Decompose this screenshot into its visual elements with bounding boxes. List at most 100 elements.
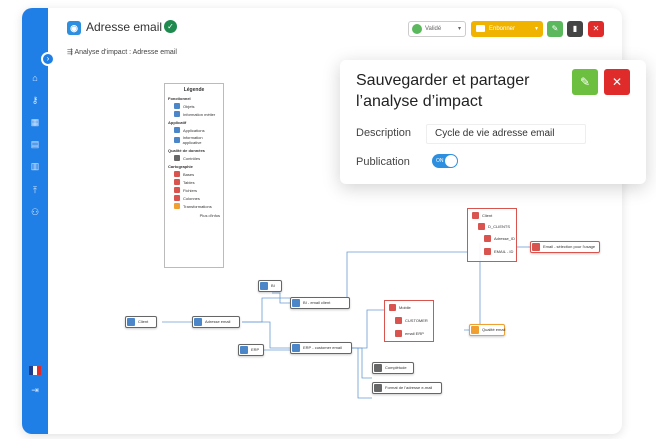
chevron-down-icon: ▾ [457, 26, 461, 32]
column-icon [484, 248, 491, 255]
node-client[interactable]: Client [125, 316, 157, 328]
column-icon [174, 195, 180, 201]
database-icon [472, 212, 479, 219]
node-label: Format de l'adresse e-mail [385, 385, 433, 390]
legend-item-label: Fichiers [183, 187, 198, 193]
legend-item-label: Information métier [183, 111, 216, 117]
legend-item: Information métier [174, 111, 220, 117]
legend-more-link[interactable]: Plus d'infos [168, 213, 220, 218]
table-icon [478, 223, 485, 230]
embed-button[interactable]: Enbonner ▾ [471, 21, 543, 37]
legend-item: Colonnes [174, 195, 220, 201]
edit-button[interactable]: ✎ [547, 21, 563, 37]
trash-icon: ▮ [572, 24, 578, 33]
node-erp[interactable]: ERP [238, 344, 264, 356]
group-crm-tables[interactable]: Client D_CLIENTS Adresse_ID EMAIL - ID [467, 208, 517, 262]
node-crm-email[interactable]: Email - sélection pour l'usage [530, 241, 600, 253]
status-select[interactable]: Validé ▾ [408, 21, 466, 37]
dialog-title: Sauvegarder et partager l’analyse d’impa… [356, 72, 530, 110]
legend-item: Fichiers [174, 187, 220, 193]
legend-item-label: Tables [183, 179, 195, 185]
close-button[interactable]: ✕ [588, 21, 604, 37]
key-icon[interactable]: ⚷ [29, 94, 41, 106]
node-bi[interactable]: BI [258, 280, 282, 292]
save-share-dialog: Sauvegarder et partager l’analyse d’impa… [340, 60, 646, 184]
envelope-icon [476, 25, 485, 32]
app-info-icon [292, 299, 300, 307]
control-icon [374, 364, 382, 372]
node-completude[interactable]: Complétude [372, 362, 414, 374]
application-icon [240, 346, 248, 354]
node-erp-email[interactable]: ERP - customer email [290, 342, 352, 354]
legend-item-label: Colonnes [183, 195, 200, 201]
group-row-label: CUSTOMER [405, 318, 428, 323]
node-qualite-email[interactable]: Qualité email [469, 324, 505, 336]
toggle-knob [445, 155, 457, 167]
database-icon [389, 304, 396, 311]
shield-check-icon: ✓ [164, 20, 177, 33]
legend-item-label: Contrôles [183, 155, 201, 161]
home-icon[interactable]: ⌂ [29, 72, 41, 84]
group-row: CUSTOMER [395, 316, 428, 325]
upload-icon[interactable]: ⤒ [29, 184, 41, 196]
node-label: Complétude [385, 365, 407, 370]
logout-icon[interactable]: ⇥ [29, 384, 41, 396]
column-icon [532, 243, 540, 251]
node-label: BI [271, 283, 275, 288]
legend-item-label: Information applicative [182, 135, 203, 145]
object-icon [127, 318, 135, 326]
file-icon [174, 187, 180, 193]
node-label: ERP [251, 347, 260, 352]
node-format-email[interactable]: Format de l'adresse e-mail [372, 382, 442, 394]
legend-item-label: Transformations [183, 203, 212, 209]
chevron-down-icon: ▾ [534, 26, 538, 32]
group-erp-tables[interactable]: Mobile CUSTOMER email ERP [384, 300, 434, 342]
group-row: email ERP [395, 329, 424, 338]
sidebar: ⌂ ⚷ ▦ ▤ ▥ ⤒ ⚇ ⇥ [22, 8, 48, 434]
close-icon: ✕ [592, 24, 600, 33]
publication-label: Publication [356, 156, 410, 168]
application-icon [174, 127, 180, 133]
group-row-label: Adresse_ID [494, 236, 515, 241]
column-icon [484, 235, 491, 242]
legend-item-label: Applications [183, 127, 205, 133]
node-label: ERP - customer email [303, 345, 342, 350]
node-label: BI - email client [303, 300, 331, 305]
app-logo-icon: ◉ [67, 21, 81, 35]
column-icon [395, 330, 402, 337]
legend-item: Tables [174, 179, 220, 185]
group-row-label: D_CLIENTS [488, 224, 511, 229]
document-icon[interactable]: ▤ [29, 138, 41, 150]
group-row: Client [472, 211, 492, 220]
dialog-edit-button[interactable]: ✎ [572, 69, 598, 95]
breadcrumb-text: Analyse d'impact : Adresse email [74, 49, 177, 56]
group-row-label: Client [482, 213, 493, 218]
node-adresse-email[interactable]: Adresse email [192, 316, 240, 328]
legend-section: Applicatif [168, 120, 187, 125]
application-icon [260, 282, 268, 290]
delete-button[interactable]: ▮ [567, 21, 583, 37]
dialog-close-button[interactable]: ✕ [604, 69, 630, 95]
grid-icon[interactable]: ▦ [29, 116, 41, 128]
business-info-icon [174, 111, 180, 117]
legend-section: Fonctionnel [168, 96, 191, 101]
legend-item: Applications [174, 127, 220, 133]
description-input[interactable]: Cycle de vie adresse email [426, 124, 586, 144]
chevron-right-icon[interactable]: › [41, 52, 55, 66]
group-row: Adresse_ID [484, 234, 515, 243]
database-icon [174, 171, 180, 177]
legend-section: Qualité de données [168, 148, 205, 153]
group-row-label: email ERP [405, 331, 424, 336]
node-bi-email[interactable]: BI - email client [290, 297, 350, 309]
transformation-icon [471, 326, 479, 334]
french-flag-icon[interactable] [29, 366, 41, 375]
legend-item: Transformations [174, 203, 220, 209]
publication-toggle[interactable]: ON [432, 154, 458, 168]
close-icon: ✕ [611, 75, 623, 89]
breadcrumb: ⇶ Analyse d'impact : Adresse email [67, 48, 177, 56]
users-icon[interactable]: ⚇ [29, 206, 41, 218]
description-label: Description [356, 127, 412, 139]
file-icon[interactable]: ▥ [29, 160, 41, 172]
page-title: Adresse email [86, 20, 163, 34]
node-label: Qualité email [482, 327, 506, 332]
